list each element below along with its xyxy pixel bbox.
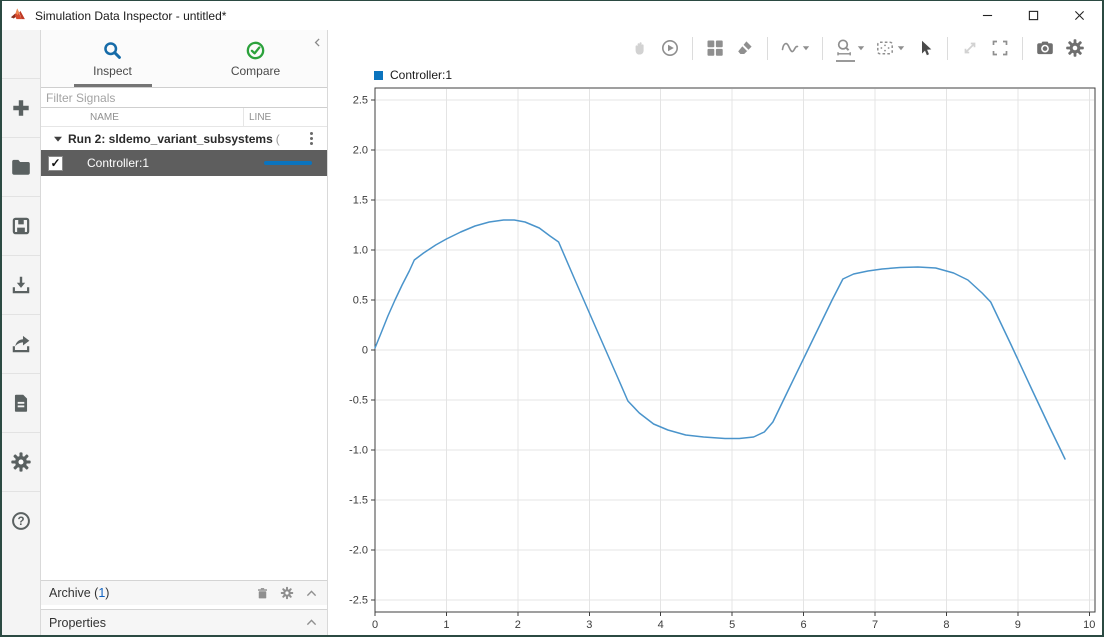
svg-text:0: 0 [372, 619, 378, 631]
svg-text:10: 10 [1083, 619, 1095, 631]
archive-count: 1 [98, 586, 105, 600]
export-icon [10, 333, 32, 355]
panel-tabs: Inspect Compare [41, 30, 327, 87]
gear-icon [10, 451, 32, 473]
chevron-up-icon [304, 586, 319, 601]
sidebar-item-report[interactable] [2, 373, 40, 432]
signal-name: Controller:1 [87, 156, 249, 170]
trash-icon [255, 586, 270, 601]
minimize-button[interactable] [964, 1, 1010, 30]
chevron-left-icon [311, 36, 324, 49]
signals-panel: Inspect Compare NAME LINE Run 2: sldemo_… [41, 30, 328, 635]
tab-inspect[interactable]: Inspect [41, 30, 184, 87]
svg-text:7: 7 [872, 619, 878, 631]
svg-text:9: 9 [1015, 619, 1021, 631]
svg-text:2.5: 2.5 [353, 95, 368, 107]
legend-swatch [374, 71, 383, 80]
svg-text:6: 6 [801, 619, 807, 631]
chart-legend: Controller:1 [374, 68, 452, 82]
properties-label: Properties [49, 616, 106, 630]
run-group-label: Run 2: sldemo_variant_subsystems [68, 132, 273, 146]
svg-text:-2.5: -2.5 [349, 595, 368, 607]
svg-text:0: 0 [362, 345, 368, 357]
svg-text:-1.5: -1.5 [349, 495, 368, 507]
filter-signals-input[interactable] [41, 87, 327, 108]
signal-row[interactable]: ✓ Controller:1 [41, 150, 327, 176]
signal-line-cell[interactable] [249, 161, 327, 165]
svg-text:-1.0: -1.0 [349, 445, 368, 457]
collapse-panel-button[interactable] [311, 36, 324, 49]
gear-icon [280, 586, 294, 600]
svg-text:1: 1 [443, 619, 449, 631]
archive-label: Archive ( [49, 586, 98, 600]
window-title: Simulation Data Inspector - untitled* [35, 9, 964, 23]
svg-text:4: 4 [658, 619, 664, 631]
tab-compare[interactable]: Compare [184, 30, 327, 87]
svg-text:2: 2 [515, 619, 521, 631]
plot-area-panel: Controller:1 0 1 2 3 4 5 6 7 8 9 10 2.5 2.0 1.5 1.0 0.5… [328, 30, 1102, 635]
archive-collapse-button[interactable] [304, 586, 319, 601]
chevron-down-icon[interactable] [53, 134, 63, 144]
run-group-row[interactable]: Run 2: sldemo_variant_subsystems ( [41, 127, 327, 150]
svg-text:0.5: 0.5 [353, 295, 368, 307]
signal-checkbox[interactable]: ✓ [48, 156, 63, 171]
run-group-truncated-text: ( [276, 132, 306, 146]
sidebar-item-export[interactable] [2, 314, 40, 373]
tab-inspect-label: Inspect [93, 64, 132, 78]
sidebar [2, 30, 41, 635]
document-icon [10, 392, 32, 414]
chevron-up-icon [304, 615, 319, 630]
archive-label-close: ) [105, 586, 109, 600]
svg-text:1.5: 1.5 [353, 195, 368, 207]
folder-icon [10, 156, 32, 178]
tab-compare-label: Compare [231, 64, 280, 78]
help-icon [10, 510, 32, 532]
svg-text:2.0: 2.0 [353, 145, 368, 157]
title-bar: Simulation Data Inspector - untitled* [2, 1, 1102, 30]
check-circle-icon [245, 40, 266, 61]
archive-section-header[interactable]: Archive (1) [41, 580, 327, 605]
signal-chart[interactable]: 0 1 2 3 4 5 6 7 8 9 10 2.5 2.0 1.5 1.0 0.5 0 -0.5 -1.0 -1.5… [328, 30, 1102, 635]
svg-text:1.0: 1.0 [353, 245, 368, 257]
run-options-menu-icon[interactable] [306, 130, 317, 147]
svg-text:3: 3 [586, 619, 592, 631]
properties-collapse-button[interactable] [304, 615, 319, 630]
svg-text:-2.0: -2.0 [349, 545, 368, 557]
matlab-logo-icon [10, 7, 27, 24]
app-window: Simulation Data Inspector - untitled* In… [0, 0, 1104, 637]
sidebar-item-open[interactable] [2, 137, 40, 196]
archive-delete-button[interactable] [255, 586, 270, 601]
line-column-header: LINE [244, 112, 327, 123]
sidebar-item-add[interactable] [2, 78, 40, 137]
sidebar-item-import[interactable] [2, 255, 40, 314]
sidebar-item-help[interactable] [2, 491, 40, 550]
import-icon [10, 274, 32, 296]
legend-label: Controller:1 [390, 68, 452, 82]
svg-text:5: 5 [729, 619, 735, 631]
save-icon [10, 215, 32, 237]
sidebar-item-preferences[interactable] [2, 432, 40, 491]
signal-line-swatch [264, 161, 312, 165]
magnifier-icon [102, 40, 123, 61]
table-header: NAME LINE [41, 108, 327, 127]
sidebar-item-save[interactable] [2, 196, 40, 255]
plus-icon [10, 97, 32, 119]
close-button[interactable] [1056, 1, 1102, 30]
archive-settings-button[interactable] [280, 586, 294, 600]
properties-section-header[interactable]: Properties [41, 609, 327, 635]
maximize-button[interactable] [1010, 1, 1056, 30]
svg-text:-0.5: -0.5 [349, 395, 368, 407]
svg-text:8: 8 [943, 619, 949, 631]
signal-list-empty-area [41, 176, 327, 580]
name-column-header: NAME [88, 108, 244, 126]
